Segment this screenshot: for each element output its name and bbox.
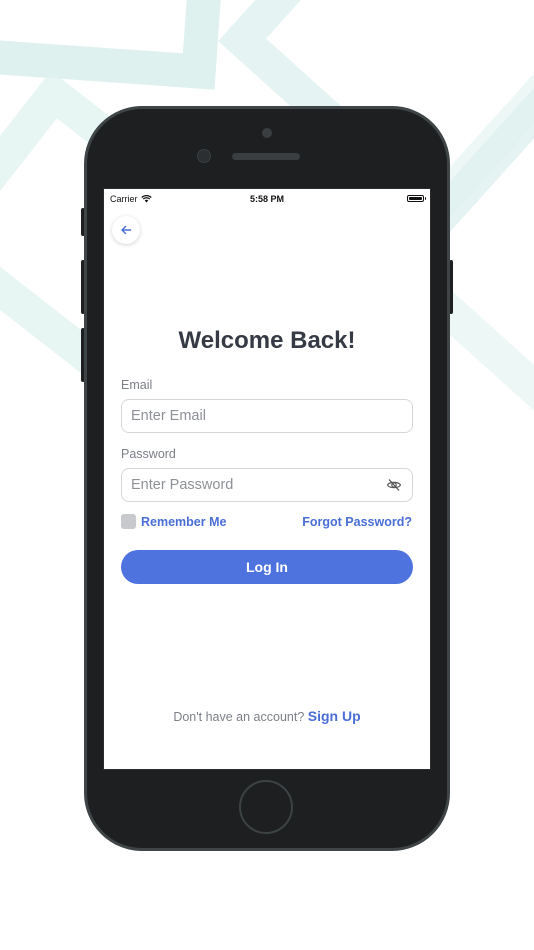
signup-prompt-row: Don't have an account? Sign Up: [104, 708, 430, 724]
email-field-container: [121, 399, 413, 433]
status-bar: Carrier 5:58 PM: [104, 189, 430, 209]
signup-prompt-text: Don't have an account?: [173, 710, 305, 724]
background-shape: [0, 0, 225, 90]
login-button[interactable]: Log In: [121, 550, 413, 584]
status-time: 5:58 PM: [249, 194, 284, 204]
signup-link[interactable]: Sign Up: [308, 708, 361, 724]
app-screen: Carrier 5:58 PM Welcome Back! Email Pass…: [103, 188, 431, 770]
proximity-sensor: [197, 149, 211, 163]
back-button[interactable]: [112, 216, 140, 244]
email-field[interactable]: [131, 408, 403, 424]
password-label: Password: [121, 447, 176, 461]
arrow-left-icon: [121, 225, 132, 235]
earpiece-speaker: [232, 153, 300, 160]
home-button[interactable]: [239, 780, 293, 834]
remember-me-toggle[interactable]: Remember Me: [121, 514, 226, 529]
page-title: Welcome Back!: [178, 327, 356, 354]
battery-icon: [407, 195, 426, 202]
remember-me-checkbox[interactable]: [121, 514, 136, 529]
email-label: Email: [121, 378, 153, 392]
front-camera: [262, 128, 272, 138]
remember-me-label: Remember Me: [141, 514, 227, 529]
forgot-password-link[interactable]: Forgot Password?: [302, 515, 412, 529]
password-field-container: [121, 468, 413, 502]
password-field[interactable]: [131, 477, 385, 493]
password-visibility-toggle[interactable]: [385, 476, 403, 494]
eye-off-icon: [386, 479, 402, 491]
